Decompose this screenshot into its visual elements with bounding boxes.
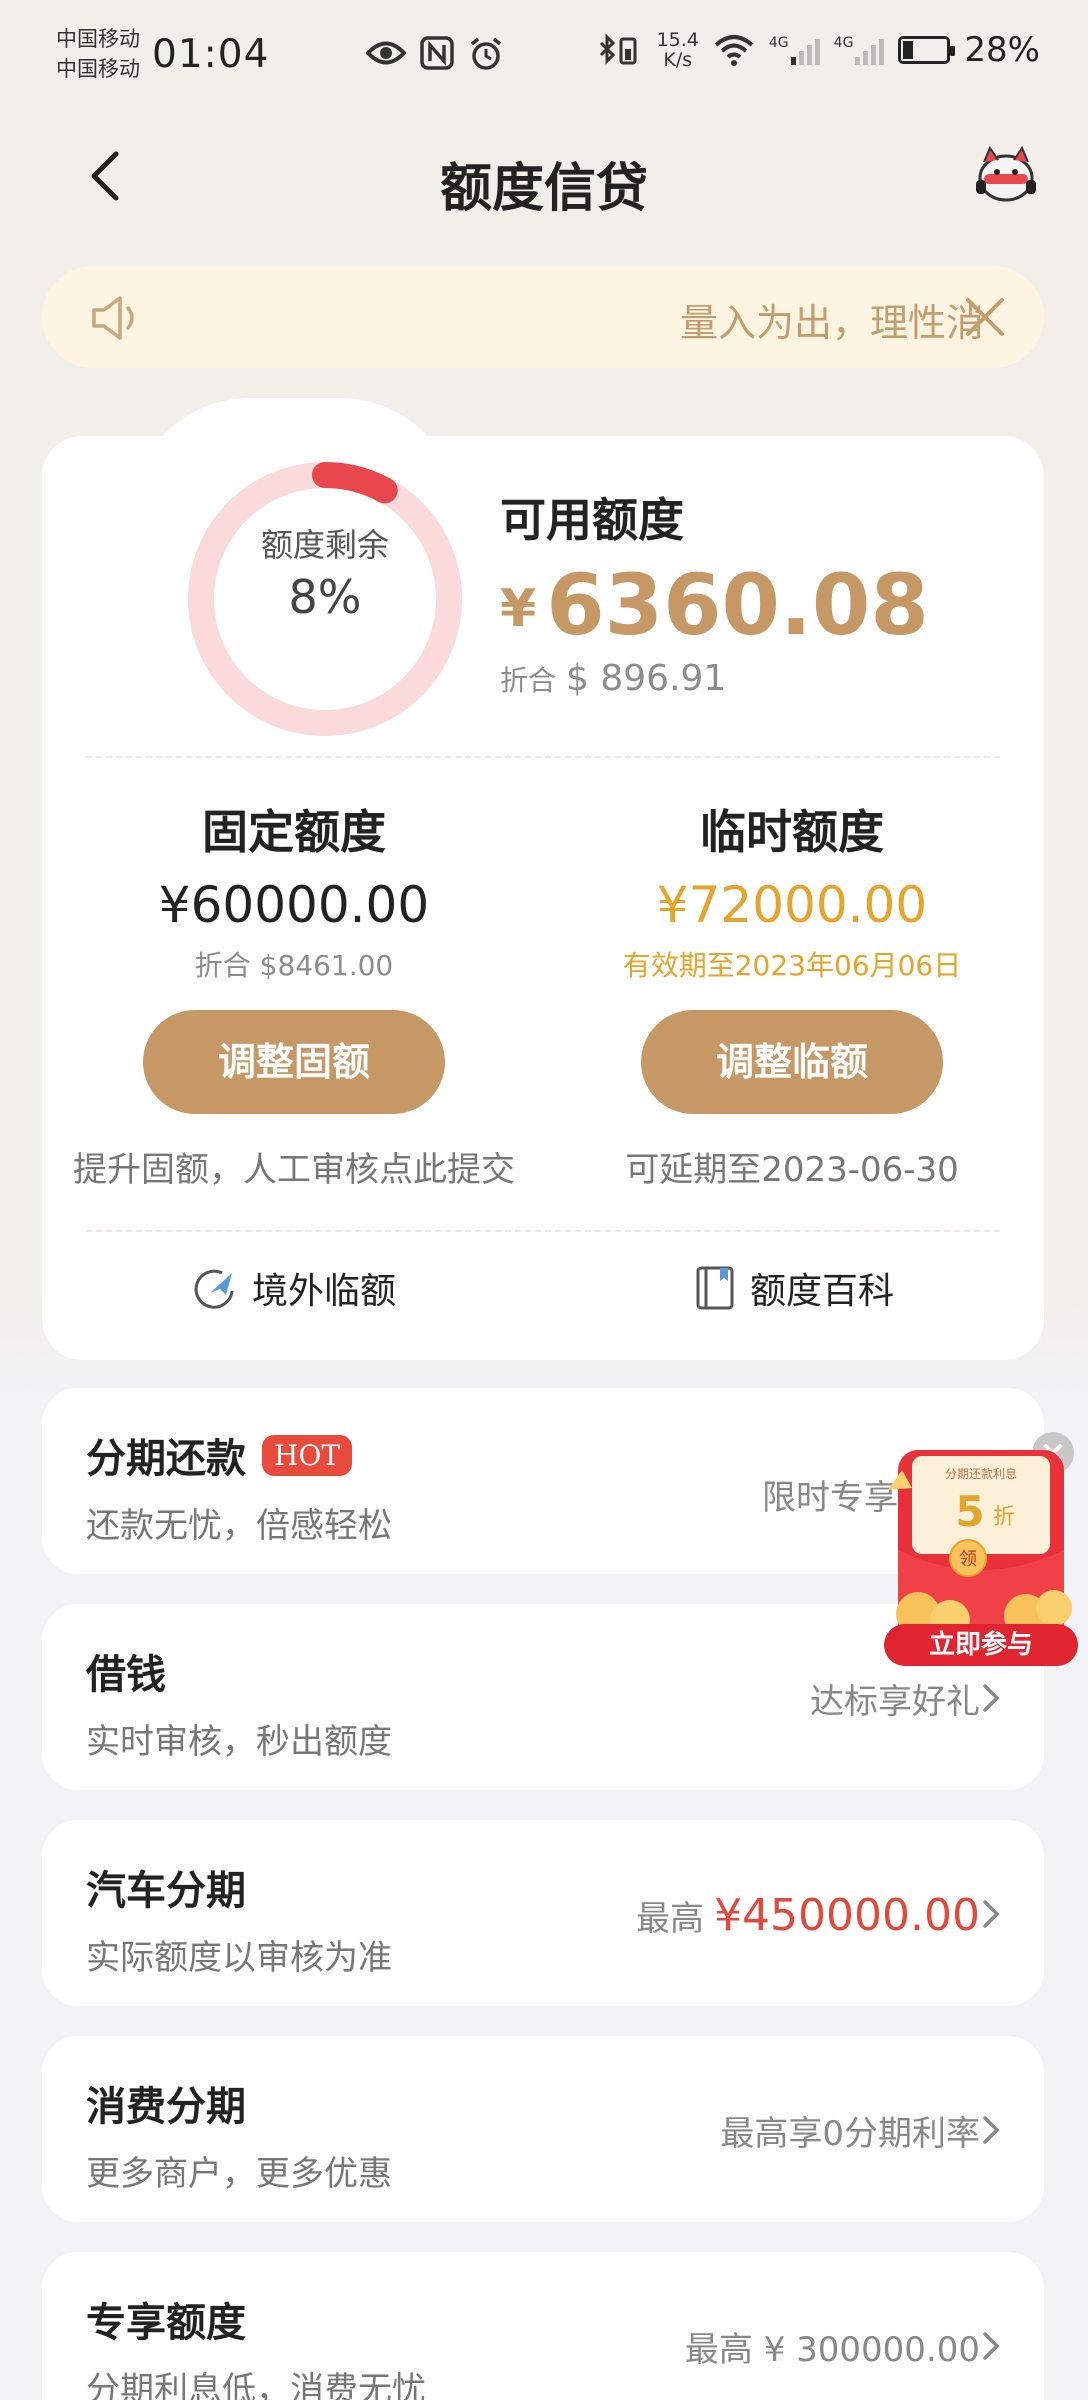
item-title: 借钱 [86, 1642, 166, 1700]
fixed-credit-section: 固定额度 ¥60000.00 折合 $8461.00 调整固额 提升固额，人工审… [64, 796, 524, 1191]
item-right-prefix: 达标享好礼 [810, 1682, 980, 1722]
item-title-text: 借钱 [86, 1652, 166, 1698]
close-icon[interactable] [962, 294, 1008, 340]
adjust-fixed-button[interactable]: 调整固额 [143, 1010, 445, 1114]
fixed-credit-amount: ¥60000.00 [158, 876, 430, 934]
item-title: 专享额度 [86, 2290, 246, 2348]
item-desc: 更多商户，更多优惠 [86, 2154, 392, 2194]
speed-value: 15.4 [656, 29, 699, 51]
ring-label: 额度剩余 [260, 526, 389, 564]
item-right-prefix: 最高 [636, 1899, 705, 1939]
fixed-credit-label: 固定额度 [202, 805, 386, 859]
book-icon [696, 1266, 734, 1310]
battery-percent: 28% [964, 30, 1040, 70]
temp-credit-section: 临时额度 ¥72000.00 有效期至2023年06月06日 调整临额 可延期至… [562, 796, 1022, 1191]
credit-card: 额度剩余 8% 可用额度 ¥6360.08 折合 $ 896.91 固定额度 ¥6… [42, 436, 1044, 1360]
temp-credit-hint: 可延期至2023-06-30 [625, 1150, 959, 1190]
available-label: 可用额度 [500, 493, 684, 547]
credit-wiki-label: 额度百科 [750, 1271, 895, 1312]
item-title-text: 汽车分期 [86, 1868, 246, 1914]
item-right: 最高享0分期利率 [720, 2106, 980, 2155]
promo-red-packet[interactable]: 分期还款利息 5 折 领 立即参与 [878, 1430, 1084, 1674]
temp-credit-amount: ¥72000.00 [656, 876, 928, 934]
status-time: 01:04 [152, 32, 270, 77]
item-desc: 实际额度以审核为准 [86, 1938, 392, 1978]
speed-unit: K/s [663, 49, 693, 71]
item-desc: 还款无忧，倍感轻松 [86, 1506, 392, 1546]
item-desc: 分期利息低，消费无忧 [86, 2370, 426, 2400]
item-right: 最高 ¥450000.00 [636, 1890, 980, 1941]
overseas-credit-label: 境外临额 [252, 1271, 397, 1312]
status-icons-left [366, 36, 504, 72]
list-item-consumer-installment[interactable]: 消费分期 更多商户，更多优惠 最高享0分期利率 [42, 2036, 1044, 2222]
item-title-text: 消费分期 [86, 2084, 246, 2130]
item-title: 分期还款 HOT [86, 1426, 353, 1484]
adjust-temp-button[interactable]: 调整临额 [641, 1010, 943, 1114]
network-type-2: 4G [833, 35, 854, 51]
carrier-1: 中国移动 [56, 27, 140, 51]
item-title: 消费分期 [86, 2074, 246, 2132]
item-right: 最高 ¥ 300000.00 [685, 2322, 980, 2371]
item-right: 达标享好礼 [810, 1674, 980, 1723]
item-title-text: 分期还款 [86, 1436, 246, 1482]
item-right-prefix: 最高享0分期利率 [720, 2114, 980, 2154]
notice-text: 量入为出，理性消费 [680, 301, 980, 345]
notice-bar[interactable]: 量入为出，理性消费 [42, 266, 1044, 368]
item-title-text: 专享额度 [86, 2300, 246, 2346]
alarm-icon [470, 37, 502, 70]
fixed-credit-converted: 折合 $8461.00 [194, 949, 394, 982]
fixed-credit-hint[interactable]: 提升固额，人工审核点此提交 [64, 1142, 524, 1191]
temp-credit-validity: 有效期至2023年06月06日 [622, 949, 962, 982]
list-item-exclusive-credit[interactable]: 专享额度 分期利息低，消费无忧 最高 ¥ 300000.00 [42, 2252, 1044, 2400]
nfc-icon [420, 36, 454, 70]
overseas-credit-link[interactable]: 境外临额 [192, 1262, 396, 1314]
item-right-highlight: ¥450000.00 [714, 1890, 980, 1941]
item-desc: 实时审核，秒出额度 [86, 1722, 392, 1762]
promo-coin-text: 领 [959, 1549, 977, 1570]
wifi-icon [714, 35, 754, 66]
plane-globe-icon [194, 1269, 234, 1309]
bluetooth-battery-icon [599, 33, 637, 65]
page-title: 额度信贷 [439, 159, 648, 219]
carrier-info: 中国移动 中国移动 [56, 24, 140, 84]
divider [86, 756, 1000, 758]
currency-symbol: ¥ [500, 579, 537, 639]
carrier-2: 中国移动 [56, 57, 140, 81]
status-icons-right: 15.4 K/s 4G 4G 28% [597, 30, 1040, 70]
ring-percent: 8% [288, 570, 362, 624]
list-item-car-installment[interactable]: 汽车分期 实际额度以审核为准 最高 ¥450000.00 [42, 1820, 1044, 2006]
converted-prefix: 折合 [500, 664, 557, 697]
credit-wiki-link[interactable]: 额度百科 [694, 1262, 894, 1314]
promo-button-text[interactable]: 立即参与 [929, 1629, 1033, 1660]
chevron-right-icon [983, 1684, 1000, 1712]
available-converted: 折合 $ 896.91 [500, 658, 726, 699]
promo-discount: 5 [955, 1487, 984, 1536]
divider [86, 1230, 1000, 1232]
promo-top-text: 分期还款利息 [945, 1466, 1017, 1481]
speaker-icon [92, 296, 134, 340]
chevron-right-icon [983, 1900, 1000, 1928]
header: 额度信贷 [0, 116, 1088, 236]
available-value: 6360.08 [546, 556, 929, 654]
status-bar: 中国移动 中国移动 01:04 15.4 K/s 4G 4G 28% [0, 0, 1088, 116]
signal-2-icon [855, 35, 885, 65]
eye-icon [366, 41, 406, 65]
network-speed: 15.4 K/s [657, 30, 699, 70]
item-right-prefix: 最高 ¥ 300000.00 [684, 2330, 980, 2370]
available-amount: ¥6360.08 [500, 556, 929, 654]
item-title: 汽车分期 [86, 1858, 246, 1916]
chevron-right-icon [983, 2116, 1000, 2144]
temp-credit-label: 临时额度 [700, 805, 884, 859]
card-links: 境外临额 额度百科 [42, 1262, 1044, 1332]
battery-icon [898, 36, 956, 64]
chevron-right-icon [983, 2332, 1000, 2360]
network-type-1: 4G [768, 35, 789, 51]
hot-badge: HOT [262, 1434, 353, 1476]
converted-amount: $ 896.91 [566, 658, 727, 699]
signal-1-icon [790, 35, 820, 65]
promo-discount-unit: 折 [993, 1505, 1015, 1530]
mascot-icon[interactable] [970, 138, 1042, 210]
